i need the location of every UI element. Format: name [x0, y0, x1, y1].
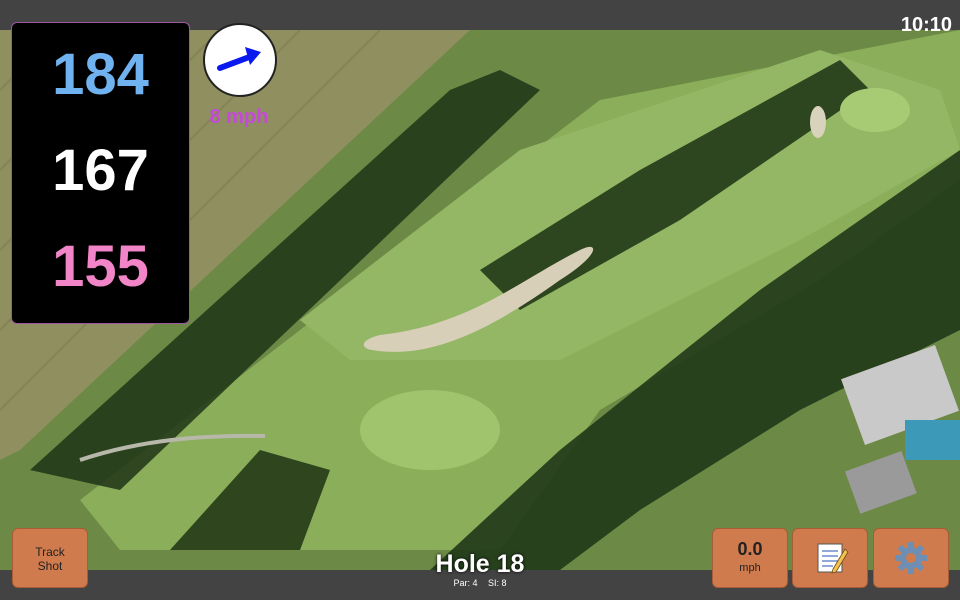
speed-unit: mph [739, 562, 761, 574]
settings-button[interactable] [873, 528, 949, 588]
speed-value: 0.0 [737, 539, 763, 559]
wind-direction-arrow-icon [217, 47, 261, 71]
hole-title: Hole 18 [435, 550, 525, 578]
wind-speed: 8 mph [209, 106, 269, 128]
hole-stroke-index: SI: 8 [488, 578, 507, 588]
wind-direction-indicator [203, 23, 277, 97]
clock: 10:10 [900, 14, 952, 36]
speed-button[interactable]: 0.0 mph [712, 528, 788, 588]
hole-par: Par: 4 [453, 578, 478, 588]
track-shot-label-line1: Track [35, 545, 65, 559]
notes-button[interactable] [792, 528, 868, 588]
track-shot-label-line2: Shot [37, 559, 63, 573]
hole-info: Par: 4 SI: 8 [420, 578, 540, 588]
track-shot-button[interactable]: Track Shot [12, 528, 88, 588]
distance-panel: 184 167 155 [11, 22, 190, 324]
distance-back: 184 [52, 42, 149, 107]
distance-middle: 167 [52, 138, 149, 203]
distance-front: 155 [52, 234, 149, 299]
notepad-icon [817, 543, 849, 574]
gear-icon [895, 542, 927, 574]
